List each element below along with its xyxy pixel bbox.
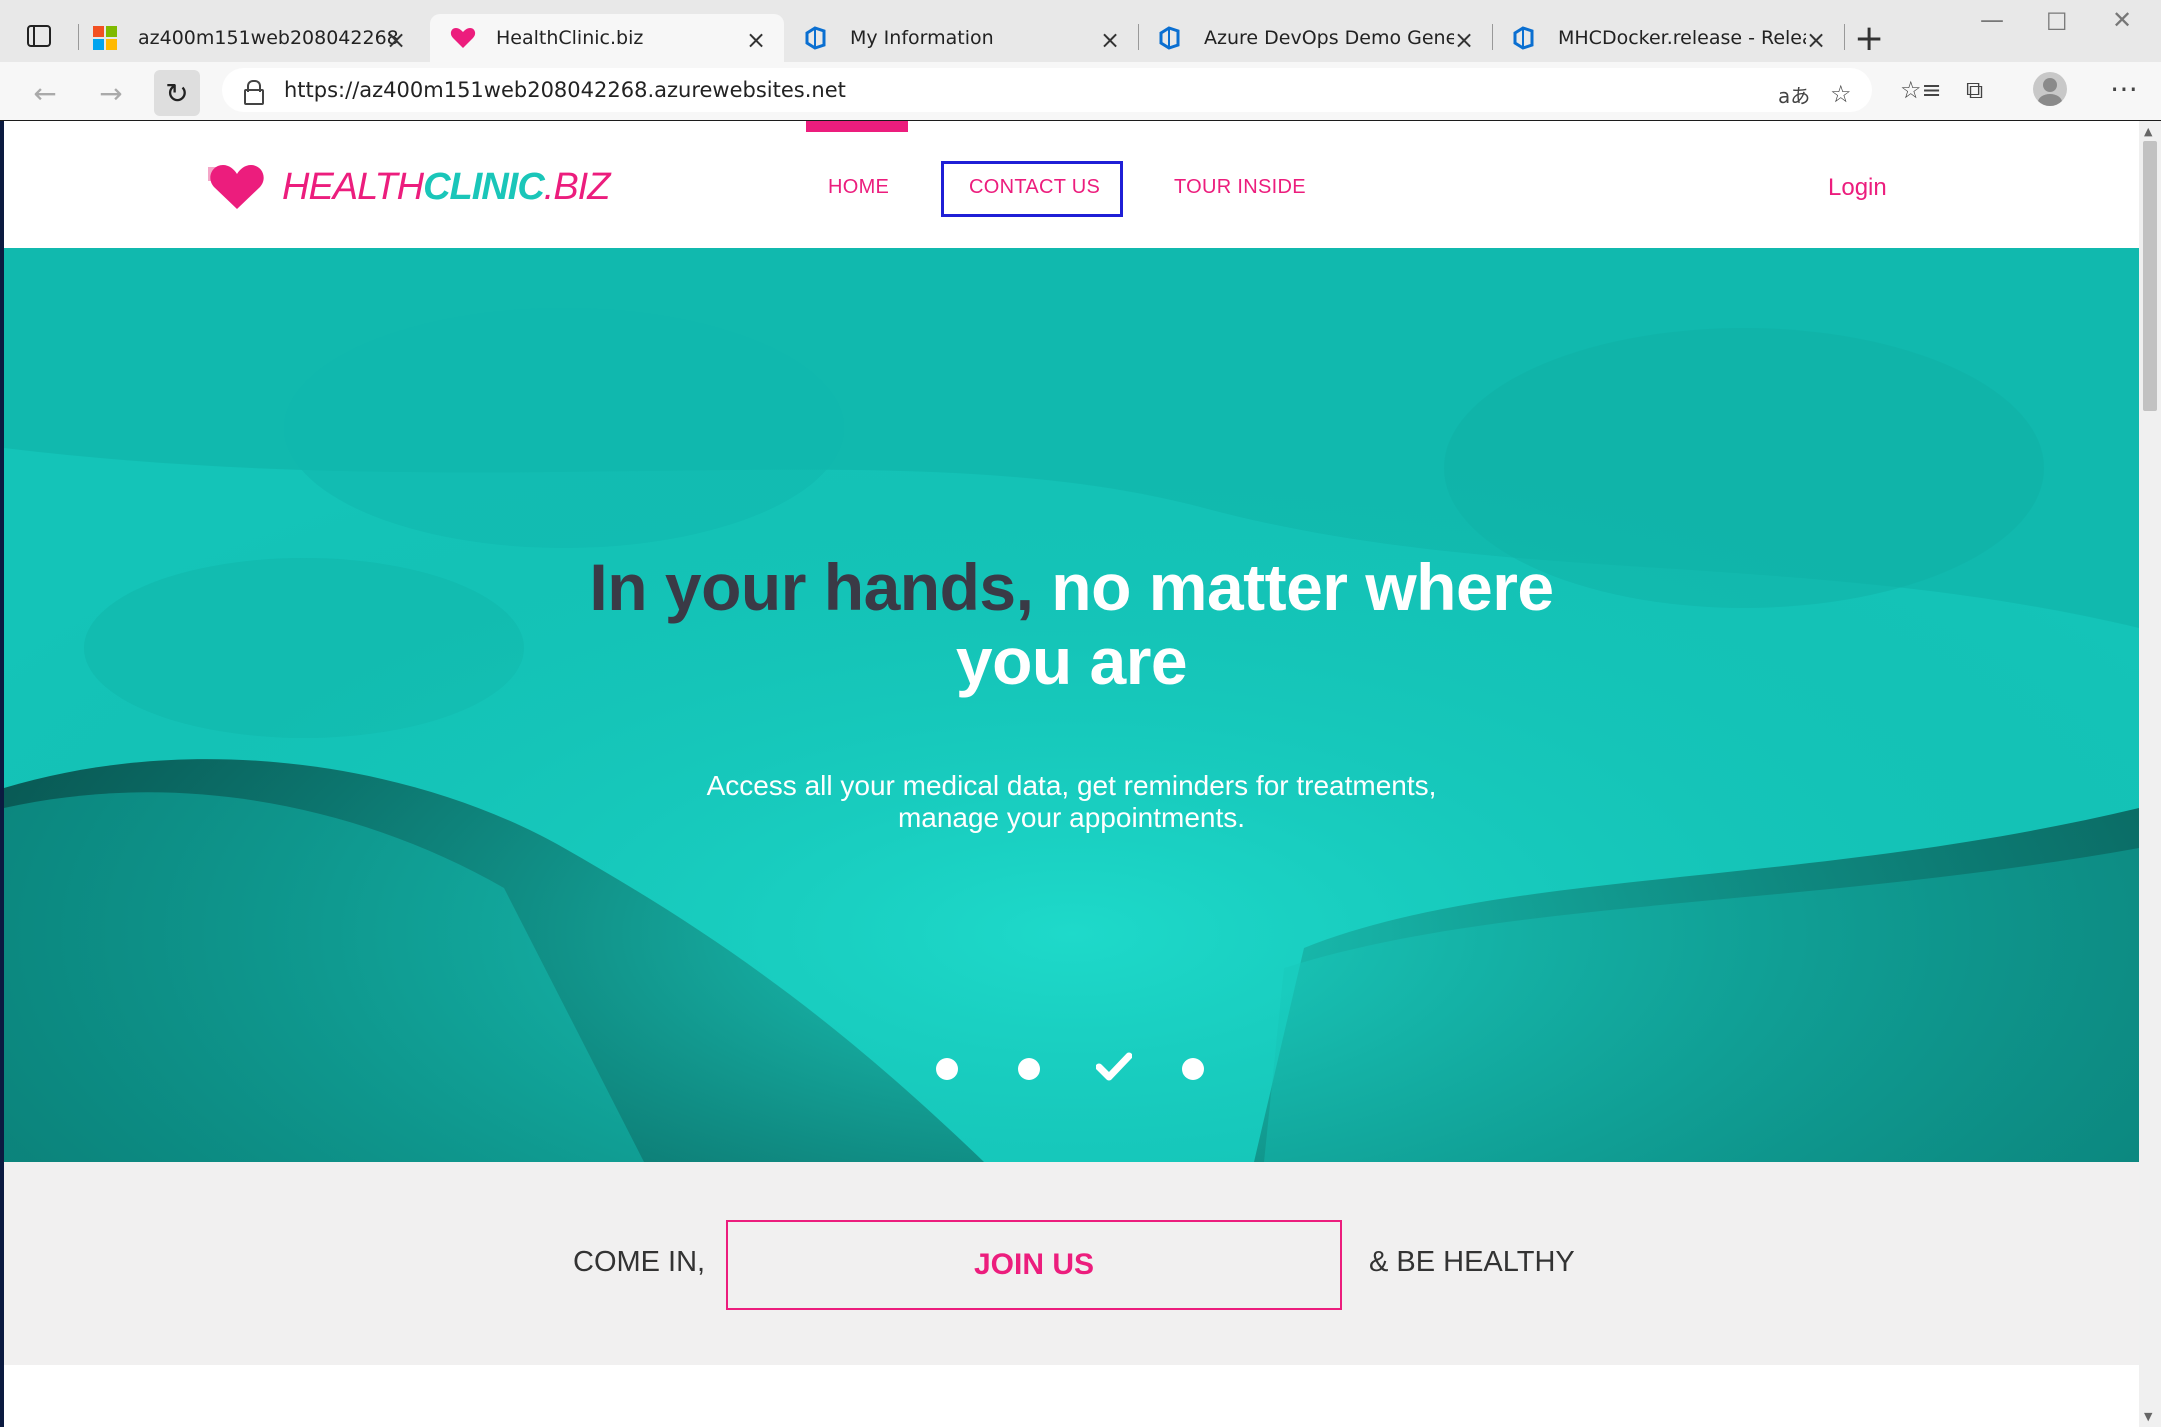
close-tab-icon[interactable]: ×: [384, 26, 408, 54]
tab-healthclinic[interactable]: HealthClinic.biz ×: [430, 14, 784, 62]
maximize-window-icon[interactable]: ☐: [2046, 8, 2068, 36]
new-tab-button[interactable]: +: [1854, 18, 1884, 59]
hero-title: In your hands, no matter where you are: [589, 550, 1554, 698]
tab-title: HealthClinic.biz: [496, 27, 644, 49]
page-viewport: HEALTHCLINIC.BIZ HOME CONTACT US TOUR IN…: [4, 121, 2139, 1427]
site-header: HEALTHCLINIC.BIZ HOME CONTACT US TOUR IN…: [4, 121, 2139, 248]
azure-devops-icon: [1158, 25, 1184, 51]
login-link[interactable]: Login: [1828, 174, 1887, 202]
scroll-up-icon[interactable]: ▲: [2144, 125, 2152, 138]
add-favorite-icon[interactable]: ☆: [1830, 80, 1852, 108]
join-us-button[interactable]: JOIN US: [726, 1220, 1342, 1310]
nav-home[interactable]: HOME: [828, 176, 889, 199]
url-text: https://az400m151web208042268.azurewebsi…: [284, 78, 846, 102]
join-band: COME IN, JOIN US & BE HEALTHY: [4, 1162, 2139, 1365]
tab-azure-portal[interactable]: az400m151web208042268 - Microsoft Azure …: [72, 14, 424, 62]
forward-arrow-icon[interactable]: →: [88, 70, 134, 116]
tab-separator: [78, 24, 79, 50]
back-arrow-icon[interactable]: ←: [22, 70, 68, 116]
tab-title: My Information: [850, 27, 994, 49]
url-input[interactable]: https://az400m151web208042268.azurewebsi…: [222, 68, 1872, 112]
nav-contact-us[interactable]: CONTACT US: [969, 176, 1100, 199]
join-trail-text: & BE HEALTHY: [1369, 1246, 1575, 1278]
browser-chrome: az400m151web208042268 - Microsoft Azure …: [0, 0, 2161, 120]
heart-logo-icon: [208, 165, 264, 209]
active-nav-indicator: [806, 121, 908, 132]
carousel-indicators: [4, 1052, 2139, 1082]
carousel-dot[interactable]: [1182, 1058, 1204, 1080]
close-tab-icon[interactable]: ×: [1098, 26, 1122, 54]
page-content-below: [4, 1365, 2139, 1427]
scroll-down-icon[interactable]: ▼: [2144, 1410, 2152, 1423]
tab-actions-button[interactable]: [14, 16, 64, 56]
carousel-dot[interactable]: [936, 1058, 958, 1080]
favorites-icon[interactable]: ☆≡: [1900, 76, 1942, 104]
tab-title: MHCDocker.release - Release-1: [1558, 27, 1806, 49]
join-lead-text: COME IN,: [573, 1246, 706, 1278]
profile-avatar[interactable]: [2033, 72, 2067, 106]
tab-separator: [1844, 24, 1845, 50]
carousel-dot[interactable]: [1018, 1058, 1040, 1080]
lock-icon: [244, 80, 264, 105]
address-bar: ← → ↻ https://az400m151web208042268.azur…: [0, 62, 2161, 120]
close-tab-icon[interactable]: ×: [744, 26, 768, 54]
tab-actions-icon: [27, 25, 51, 47]
more-options-icon[interactable]: ⋯: [2110, 72, 2138, 105]
checkmark-icon[interactable]: [1096, 1052, 1132, 1082]
nav-tour-inside[interactable]: TOUR INSIDE: [1174, 176, 1306, 199]
minimize-window-icon[interactable]: —: [1980, 6, 2004, 34]
tab-my-information[interactable]: My Information ×: [784, 14, 1138, 62]
site-logo[interactable]: HEALTHCLINIC.BIZ: [208, 163, 610, 211]
close-tab-icon[interactable]: ×: [1804, 26, 1828, 54]
vertical-scrollbar[interactable]: ▲ ▼: [2139, 121, 2161, 1427]
tab-strip: az400m151web208042268 - Microsoft Azure …: [0, 0, 2161, 62]
tab-release[interactable]: MHCDocker.release - Release-1 ×: [1492, 14, 1844, 62]
tab-title: Azure DevOps Demo Generator: [1204, 27, 1454, 49]
reload-icon[interactable]: ↻: [154, 70, 200, 116]
microsoft-logo-icon: [92, 25, 118, 51]
azure-devops-icon: [804, 25, 830, 51]
hero-background-image: [4, 248, 2139, 1162]
heart-icon: [450, 25, 476, 51]
scrollbar-thumb[interactable]: [2143, 141, 2157, 411]
tab-title: az400m151web208042268 - Microsoft Azure: [138, 27, 398, 49]
close-window-icon[interactable]: ✕: [2112, 6, 2132, 34]
tab-demo-generator[interactable]: Azure DevOps Demo Generator ×: [1138, 14, 1492, 62]
azure-devops-icon: [1512, 25, 1538, 51]
hero-banner: In your hands, no matter where you are A…: [4, 248, 2139, 1162]
hero-subtitle: Access all your medical data, get remind…: [706, 770, 1437, 833]
translate-icon[interactable]: aあ: [1778, 80, 1810, 109]
close-tab-icon[interactable]: ×: [1452, 26, 1476, 54]
collections-icon[interactable]: ⧉: [1966, 76, 1983, 104]
logo-wordmark: HEALTHCLINIC.BIZ: [282, 165, 610, 208]
